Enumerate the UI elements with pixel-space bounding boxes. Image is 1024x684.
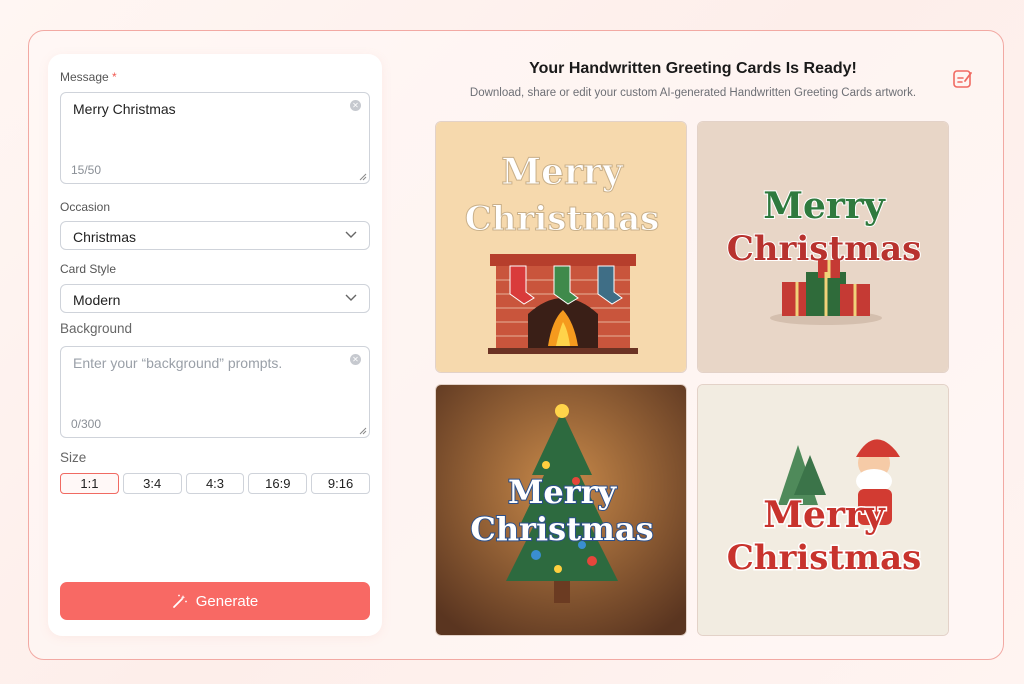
card-tree[interactable]: Merry Christmas (435, 384, 687, 636)
card-line2: Christmas (470, 510, 653, 548)
magic-wand-icon (172, 594, 187, 608)
card-image: Merry Christmas (436, 122, 686, 372)
message-char-count: 15/50 (71, 163, 102, 177)
message-textarea[interactable]: Merry Christmas ✕ 15/50 (60, 92, 370, 184)
chevron-down-icon (345, 294, 357, 301)
size-label: Size (60, 450, 87, 465)
occasion-select[interactable]: Christmas (60, 221, 370, 250)
card-style-value: Modern (73, 292, 121, 308)
card-line1: Merry (501, 151, 624, 193)
message-value: Merry Christmas (73, 101, 176, 117)
card-image: Merry Christmas (436, 385, 686, 635)
size-option-16-9[interactable]: 16:9 (248, 473, 308, 494)
result-title: Your Handwritten Greeting Cards Is Ready… (529, 60, 857, 77)
generate-label: Generate (195, 592, 259, 610)
background-char-count: 0/300 (71, 417, 102, 431)
card-santa[interactable]: Merry Christmas (697, 384, 949, 636)
size-option-1-1[interactable]: 1:1 (60, 473, 119, 494)
card-image: Merry Christmas (698, 385, 948, 635)
card-style-label: Card Style (60, 262, 117, 276)
resize-handle-icon[interactable] (359, 173, 367, 181)
result-subtitle: Download, share or edit your custom AI-g… (469, 87, 917, 99)
occasion-value: Christmas (73, 229, 137, 245)
size-option-3-4[interactable]: 3:4 (122, 473, 182, 494)
card-line1: Merry (763, 494, 886, 536)
card-line1: Merry (763, 185, 886, 227)
card-style-select[interactable]: Modern (60, 284, 370, 313)
chevron-down-icon (345, 231, 357, 238)
clear-icon[interactable]: ✕ (350, 100, 361, 111)
card-line2: Christmas (465, 199, 660, 239)
clear-icon[interactable]: ✕ (350, 354, 361, 365)
card-image: Merry Christmas (698, 122, 948, 372)
occasion-label: Occasion (60, 200, 111, 214)
message-label: Message * (60, 70, 117, 84)
edit-note-icon[interactable] (952, 68, 974, 90)
generate-button[interactable]: Generate (60, 582, 370, 620)
size-option-4-3[interactable]: 4:3 (185, 473, 245, 494)
size-option-9-16[interactable]: 9:16 (311, 473, 370, 494)
card-line1: Merry (508, 473, 618, 511)
card-line2: Christmas (727, 538, 922, 578)
card-fireplace[interactable]: Merry Christmas (435, 121, 687, 373)
background-placeholder: Enter your “background” prompts. (73, 355, 283, 371)
background-label: Background (60, 321, 133, 336)
background-textarea[interactable]: Enter your “background” prompts. ✕ 0/300 (60, 346, 370, 438)
resize-handle-icon[interactable] (359, 427, 367, 435)
card-gifts[interactable]: Merry Christmas (697, 121, 949, 373)
size-options: 1:1 3:4 4:3 16:9 9:16 (60, 473, 370, 495)
